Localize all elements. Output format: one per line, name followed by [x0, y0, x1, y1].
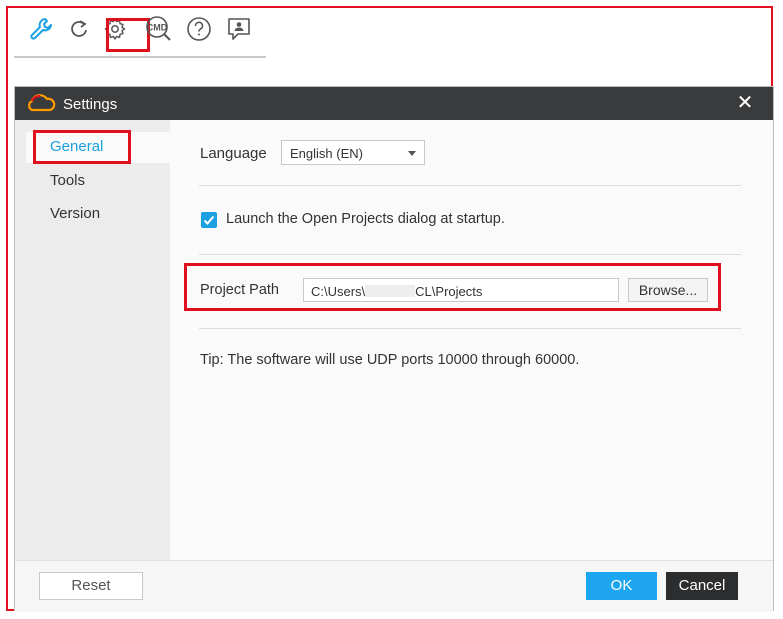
feedback-icon[interactable] [224, 14, 254, 44]
dialog-footer: Reset OK Cancel [15, 560, 773, 612]
browse-button[interactable]: Browse... [628, 278, 708, 302]
startup-checkbox-label: Launch the Open Projects dialog at start… [226, 211, 505, 227]
general-highlight-box [33, 130, 131, 164]
cloud-logo-icon [26, 94, 56, 117]
project-path-prefix: C:\Users\ [311, 284, 366, 299]
toolbar: CMD [14, 8, 266, 58]
cancel-button[interactable]: Cancel [666, 572, 738, 600]
sidebar-item-version[interactable]: Version [50, 205, 100, 222]
udp-ports-tip: Tip: The software will use UDP ports 100… [200, 352, 580, 368]
redacted-username [365, 285, 416, 297]
close-button[interactable]: ✕ [735, 93, 755, 113]
cmd-text: CMD [147, 23, 168, 33]
dropdown-arrow-icon [408, 151, 416, 156]
ok-button[interactable]: OK [586, 572, 657, 600]
help-icon[interactable] [184, 14, 214, 44]
project-path-suffix: CL\Projects [415, 284, 483, 299]
language-select[interactable]: English (EN) [281, 140, 425, 165]
settings-dialog: Settings ✕ General Tools Version Languag… [14, 86, 775, 612]
divider [199, 185, 741, 186]
reset-button[interactable]: Reset [39, 572, 143, 600]
dialog-titlebar: Settings ✕ [15, 87, 773, 120]
sidebar-item-tools[interactable]: Tools [50, 172, 85, 189]
checkmark-icon [203, 215, 215, 225]
project-path-label: Project Path [200, 282, 279, 298]
language-value: English (EN) [290, 146, 363, 161]
refresh-icon[interactable] [64, 14, 94, 44]
cmd-search-icon[interactable]: CMD [142, 14, 176, 44]
divider [199, 328, 741, 329]
settings-sidebar: General Tools Version [15, 120, 170, 560]
wrench-icon[interactable] [26, 14, 56, 44]
general-settings-panel: Language English (EN) Launch the Open Pr… [170, 120, 775, 560]
language-label: Language [200, 145, 267, 162]
dialog-title: Settings [63, 96, 118, 113]
startup-checkbox[interactable] [201, 212, 217, 228]
divider [199, 254, 741, 255]
project-path-input[interactable]: C:\Users\ CL\Projects [303, 278, 619, 302]
